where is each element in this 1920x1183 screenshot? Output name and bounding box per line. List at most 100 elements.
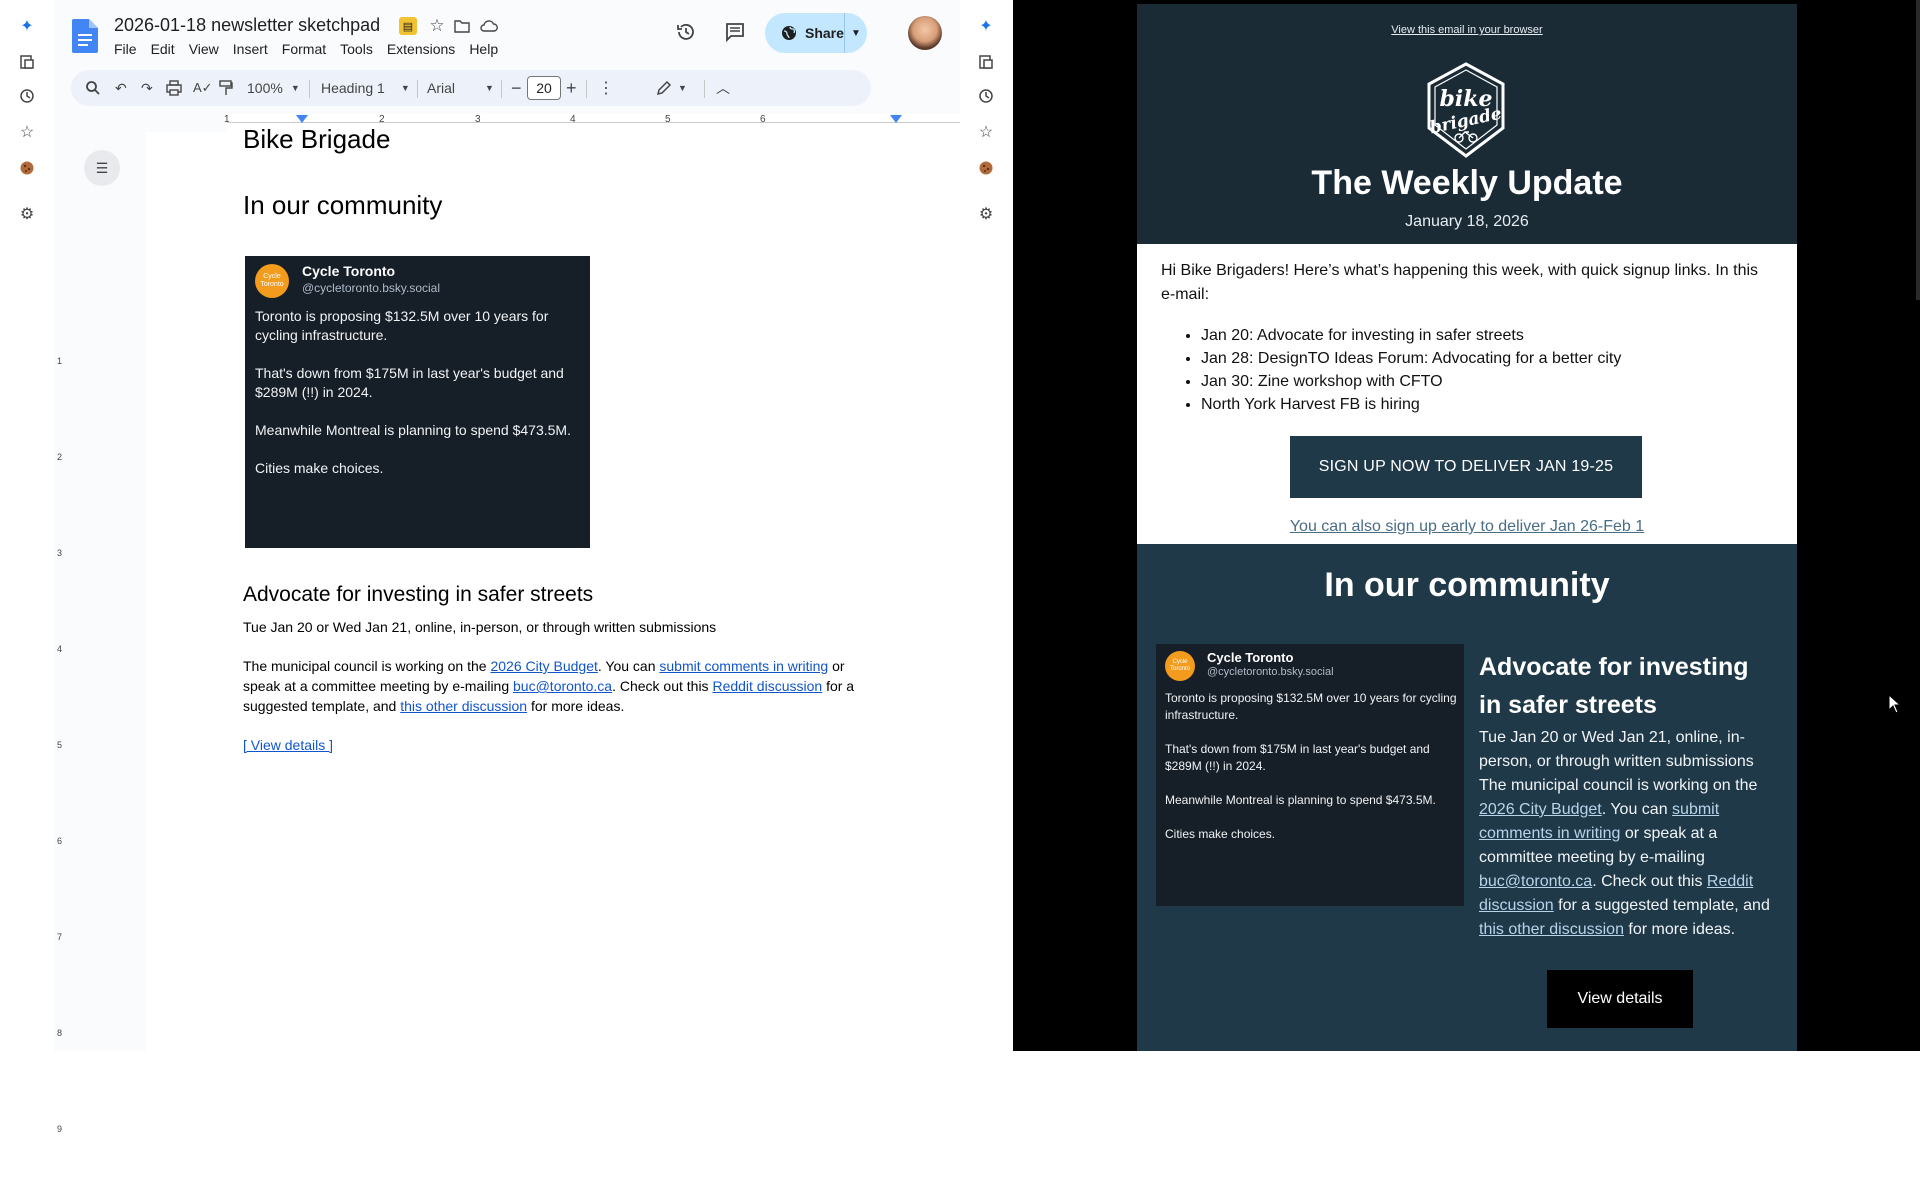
- ruler-number: 9: [57, 1124, 63, 1134]
- email-intro-section: Hi Bike Brigaders! Here’s what’s happeni…: [1137, 244, 1797, 544]
- move-folder-icon[interactable]: [452, 16, 472, 36]
- text: for more ideas.: [1623, 921, 1736, 938]
- link-submit-comments[interactable]: submit comments in writing: [659, 658, 828, 674]
- link-other-discussion[interactable]: this other discussion: [400, 698, 527, 714]
- zoom-select[interactable]: 100% ▼: [247, 70, 300, 106]
- cookie-icon[interactable]: [976, 158, 996, 178]
- search-menus-icon[interactable]: [85, 70, 101, 106]
- ruler-number: 8: [57, 1028, 63, 1038]
- ruler-number: 2: [57, 452, 63, 462]
- chevron-down-icon: ▼: [485, 83, 494, 93]
- toolbar-divider: [586, 80, 587, 98]
- increase-font-size-icon[interactable]: +: [566, 70, 577, 106]
- toolbar-divider: [501, 80, 502, 98]
- link-city-budget[interactable]: 2026 City Budget: [490, 658, 597, 674]
- menu-extensions[interactable]: Extensions: [387, 39, 463, 59]
- more-options-icon[interactable]: ⋮: [598, 70, 614, 106]
- menu-view[interactable]: View: [189, 39, 227, 59]
- spellcheck-icon[interactable]: A✓: [193, 70, 213, 106]
- ruler-baseline: [227, 122, 960, 123]
- history-icon[interactable]: [17, 86, 37, 106]
- bike-brigade-logo: bike brigade: [1423, 62, 1509, 158]
- text: . Check out this: [612, 678, 713, 694]
- docs-toolbar: ↶ ↷ A✓ 100% ▼ Heading 1 ▼ Arial ▼ − 20 + ⋮ …: [71, 70, 871, 106]
- decrease-font-size-icon[interactable]: −: [511, 70, 522, 106]
- bookmark-star-icon[interactable]: ☆: [976, 122, 996, 142]
- signup-early-link[interactable]: You can also sign up early to deliver Ja…: [1137, 518, 1797, 536]
- font-size-input[interactable]: 20: [527, 76, 561, 100]
- zoom-value: 100%: [247, 80, 283, 96]
- cookie-icon[interactable]: [17, 158, 37, 178]
- share-main[interactable]: Share: [765, 13, 844, 53]
- bluesky-post-image[interactable]: Cycle Toronto Cycle Toronto @cycletoront…: [1156, 644, 1464, 906]
- doc-view-details-link[interactable]: [ View details ]: [243, 735, 333, 755]
- menu-insert[interactable]: Insert: [233, 39, 276, 59]
- menu-bar: File Edit View Insert Format Tools Exten…: [114, 39, 512, 59]
- view-in-browser-link[interactable]: View this email in your browser: [1137, 24, 1797, 36]
- undo-icon[interactable]: ↶: [115, 70, 127, 106]
- ruler-number: 6: [57, 836, 63, 846]
- link-email[interactable]: buc@toronto.ca: [1479, 873, 1592, 890]
- share-label: Share: [805, 25, 844, 41]
- scrollbar[interactable]: [1916, 0, 1920, 300]
- print-icon[interactable]: [166, 70, 182, 106]
- left-indent-marker-icon[interactable]: [296, 115, 308, 123]
- ruler-number: 4: [570, 114, 576, 125]
- share-button[interactable]: Share ▼: [765, 13, 867, 53]
- hide-menus-chevron-up-icon[interactable]: ︿: [716, 70, 730, 106]
- browser-side-strip-2: ✦ ☆ ⚙: [960, 0, 1013, 1051]
- star-icon[interactable]: ☆: [427, 16, 447, 36]
- history-icon[interactable]: [976, 86, 996, 106]
- text: . You can: [597, 658, 660, 674]
- document-page[interactable]: Bike Brigade In our community Advocate f…: [146, 124, 960, 1051]
- cloud-saved-icon[interactable]: [478, 16, 500, 36]
- ruler-number: 7: [57, 932, 63, 942]
- menu-file[interactable]: File: [114, 39, 145, 59]
- menu-help[interactable]: Help: [469, 39, 506, 59]
- gemini-doc-badge-icon[interactable]: ▤: [399, 17, 417, 35]
- ruler-number: 5: [57, 740, 63, 750]
- text: The municipal council is working on the: [243, 658, 491, 674]
- menu-format[interactable]: Format: [282, 39, 334, 59]
- email-preview-window: View this email in your browser bike bri…: [1013, 0, 1920, 1051]
- doc-article-heading: Advocate for investing in safer streets: [243, 583, 594, 606]
- editing-mode-icon[interactable]: ▼: [656, 70, 687, 106]
- redo-icon[interactable]: ↷: [141, 70, 153, 106]
- ruler-number: 3: [57, 548, 63, 558]
- gemini-icon[interactable]: ✦: [17, 16, 37, 36]
- view-details-button[interactable]: View details: [1547, 970, 1693, 1028]
- bluesky-post-image[interactable]: Cycle Toronto Cycle Toronto @cycletoront…: [245, 256, 590, 548]
- gemini-icon[interactable]: ✦: [976, 16, 996, 36]
- vertical-ruler[interactable]: 1 2 3 4 5 6 7 8 9: [54, 264, 72, 1183]
- paint-format-icon[interactable]: [219, 70, 233, 106]
- link-other-discussion[interactable]: this other discussion: [1479, 921, 1624, 938]
- email-article-title: Advocate for investing in safer streets: [1479, 653, 1749, 719]
- globe-icon: [781, 25, 797, 41]
- email-date: January 18, 2026: [1405, 213, 1529, 230]
- chevron-down-icon: ▼: [290, 83, 300, 93]
- comments-icon[interactable]: [723, 20, 747, 44]
- right-indent-marker-icon[interactable]: [890, 115, 902, 123]
- docs-logo-icon[interactable]: [72, 19, 98, 53]
- link-reddit[interactable]: Reddit discussion: [712, 678, 822, 694]
- ruler-number: 5: [665, 114, 671, 125]
- signup-deliver-button[interactable]: SIGN UP NOW TO DELIVER JAN 19-25: [1290, 436, 1642, 498]
- link-email[interactable]: buc@toronto.ca: [513, 678, 612, 694]
- document-canvas: 1 2 3 4 5 6 7 8 9 ☰ Bike Brigade In our …: [54, 124, 960, 1134]
- avatar[interactable]: [908, 16, 942, 50]
- document-title[interactable]: 2026-01-18 newsletter sketchpad: [114, 15, 380, 36]
- document-outline-icon[interactable]: ☰: [84, 150, 120, 186]
- menu-tools[interactable]: Tools: [340, 39, 381, 59]
- settings-gear-icon[interactable]: ⚙: [976, 204, 996, 224]
- menu-edit[interactable]: Edit: [151, 39, 183, 59]
- paragraph-style-select[interactable]: Heading 1 ▼: [321, 70, 411, 106]
- link-city-budget[interactable]: 2026 City Budget: [1479, 801, 1602, 818]
- reading-list-icon[interactable]: [17, 52, 37, 72]
- settings-gear-icon[interactable]: ⚙: [17, 204, 37, 224]
- list-item: North York Harvest FB is hiring: [1201, 393, 1761, 416]
- version-history-icon[interactable]: [674, 20, 698, 44]
- reading-list-icon[interactable]: [976, 52, 996, 72]
- font-select[interactable]: Arial ▼: [427, 70, 497, 106]
- share-dropdown-icon[interactable]: ▼: [843, 13, 867, 53]
- bookmark-star-icon[interactable]: ☆: [17, 122, 37, 142]
